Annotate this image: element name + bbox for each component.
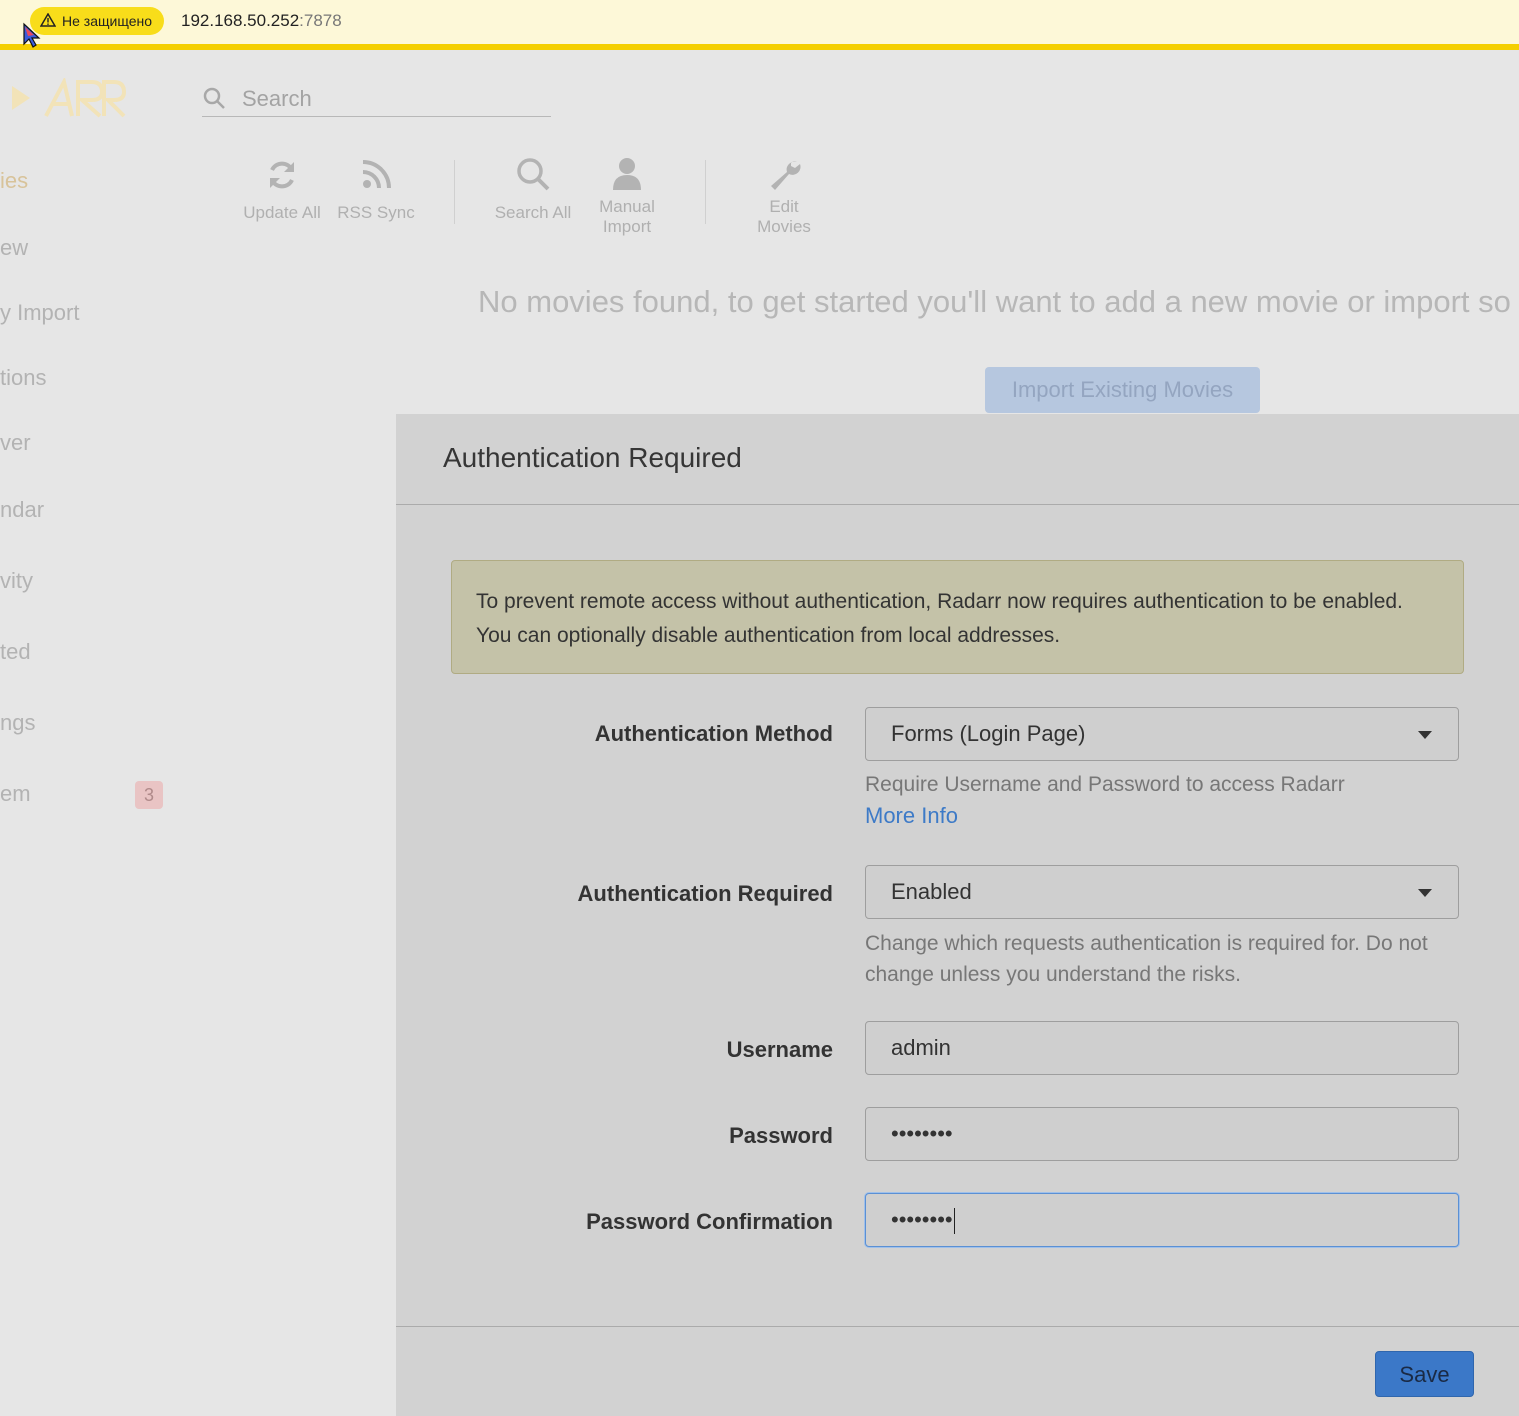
search-all-label: Search All	[494, 203, 572, 222]
alert-line-1: To prevent remote access without authent…	[476, 590, 1403, 613]
search-icon	[202, 86, 226, 115]
search-all-button[interactable]: Search All	[490, 156, 576, 223]
authentication-modal: Authentication Required To prevent remot…	[396, 414, 1519, 1416]
update-all-label: Update All	[243, 203, 321, 222]
auth-required-value: Enabled	[891, 879, 972, 904]
modal-header: Authentication Required	[396, 414, 1519, 505]
url-field[interactable]: 192.168.50.252:7878	[181, 11, 342, 31]
sidebar-item-add-new[interactable]: ew	[0, 235, 28, 261]
edit-movies-button[interactable]: Edit Movies	[748, 156, 820, 237]
browser-address-bar: Не защищено 192.168.50.252:7878	[0, 0, 1519, 50]
auth-required-help-line-1: Change which requests authentication is …	[865, 932, 1428, 955]
mouse-cursor-icon	[22, 22, 44, 53]
wrench-icon	[748, 156, 820, 195]
more-info-link[interactable]: More Info	[865, 803, 958, 829]
chevron-down-icon	[1418, 731, 1432, 739]
text-cursor	[953, 1208, 955, 1235]
refresh-icon	[240, 158, 324, 197]
chevron-down-icon	[1418, 889, 1432, 897]
auth-required-select[interactable]: Enabled	[865, 865, 1459, 919]
manual-import-label-2: Import	[602, 217, 652, 236]
rss-sync-button[interactable]: RSS Sync	[336, 158, 416, 223]
toolbar-separator	[705, 160, 706, 224]
edit-movies-label-1: Edit	[769, 197, 799, 216]
security-warning-pill[interactable]: Не защищено	[30, 7, 164, 35]
auth-required-label: Authentication Required	[577, 881, 833, 906]
manual-import-button[interactable]: Manual Import	[592, 156, 662, 237]
update-all-button[interactable]: Update All	[240, 158, 324, 223]
search-bar	[202, 82, 551, 117]
rss-sync-label: RSS Sync	[337, 203, 415, 222]
toolbar-separator	[454, 160, 455, 224]
auth-method-value: Forms (Login Page)	[891, 721, 1086, 746]
auth-required-help: Change which requests authentication is …	[865, 928, 1465, 990]
search-input[interactable]	[240, 82, 544, 116]
username-value: admin	[891, 1035, 951, 1060]
auth-warning-alert: To prevent remote access without authent…	[451, 560, 1464, 674]
security-label: Не защищено	[62, 13, 152, 29]
save-button[interactable]: Save	[1375, 1351, 1474, 1397]
password-confirmation-label: Password Confirmation	[586, 1209, 833, 1234]
auth-required-help-line-2: change unless you understand the risks.	[865, 963, 1241, 986]
modal-footer-divider	[396, 1326, 1519, 1327]
system-badge: 3	[135, 781, 163, 809]
modal-title: Authentication Required	[443, 442, 742, 473]
empty-state-message: No movies found, to get started you'll w…	[478, 284, 1511, 319]
password-value: ••••••••	[891, 1121, 953, 1146]
sidebar-item-discover[interactable]: ver	[0, 430, 31, 456]
auth-method-label: Authentication Method	[594, 721, 833, 746]
sidebar-item-library-import[interactable]: y Import	[0, 300, 79, 326]
manual-import-label-1: Manual	[599, 197, 655, 216]
password-confirmation-field[interactable]: ••••••••	[865, 1193, 1459, 1247]
username-label: Username	[726, 1037, 833, 1062]
url-host: 192.168.50.252	[181, 11, 300, 30]
auth-method-select[interactable]: Forms (Login Page)	[865, 707, 1459, 761]
search-icon	[490, 156, 576, 197]
import-existing-movies-button[interactable]: Import Existing Movies	[985, 367, 1260, 413]
auth-method-help: Require Username and Password to access …	[865, 773, 1345, 796]
rss-icon	[336, 158, 416, 197]
password-field[interactable]: ••••••••	[865, 1107, 1459, 1161]
edit-movies-label-2: Movies	[757, 217, 811, 236]
password-label: Password	[729, 1123, 833, 1148]
sidebar-item-wanted[interactable]: ted	[0, 639, 31, 665]
sidebar-item-activity[interactable]: vity	[0, 568, 33, 594]
sidebar-item-settings[interactable]: ngs	[0, 710, 35, 736]
app-logo[interactable]	[8, 76, 128, 125]
sidebar-item-system[interactable]: em	[0, 781, 31, 807]
password-confirmation-value: ••••••••	[891, 1207, 953, 1232]
username-field[interactable]: admin	[865, 1021, 1459, 1075]
sidebar-item-calendar[interactable]: ndar	[0, 497, 44, 523]
sidebar-item-movies[interactable]: ies	[0, 168, 28, 194]
user-icon	[592, 156, 662, 195]
url-port: :7878	[299, 11, 342, 30]
sidebar-item-collections[interactable]: tions	[0, 365, 46, 391]
alert-line-2: You can optionally disable authenticatio…	[476, 624, 1061, 647]
